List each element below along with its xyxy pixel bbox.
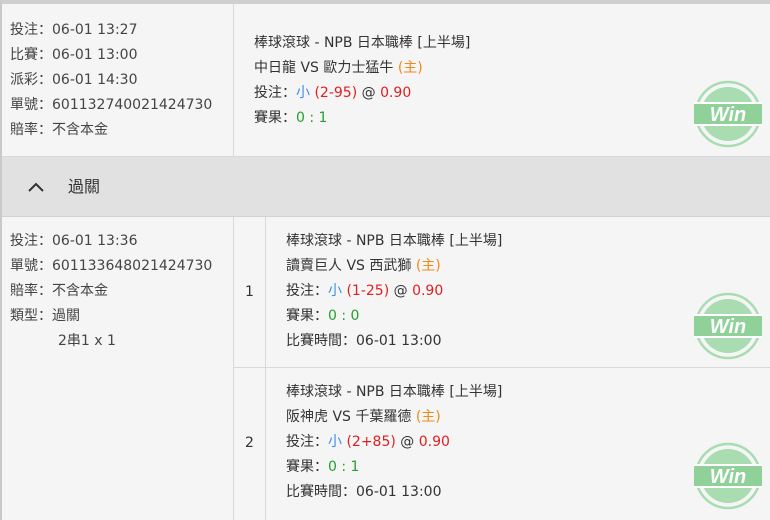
single-bet-detail: 棒球滾球 - NPB 日本職棒 [上半場] 中日龍 VS 歐力士猛牛 (主) 投… <box>234 4 770 156</box>
match-teams: 中日龍 VS 歐力士猛牛 (主) <box>254 60 423 76</box>
parlay-combo: 2串1 x 1 <box>58 333 116 349</box>
single-bet-card: 投注：06-01 13:27 比賽：06-01 13:00 派彩：06-01 1… <box>2 4 770 157</box>
match-teams: 阪神虎 VS 千葉羅德 (主) <box>286 409 441 425</box>
win-badge-icon: Win <box>694 442 762 510</box>
parlay-section-header[interactable]: 過關 <box>2 157 770 217</box>
odds-type-row: 賠率：不含本金 <box>10 283 108 299</box>
bet-time-row: 投注：06-01 13:27 <box>10 22 138 38</box>
match-time-row: 比賽：06-01 13:00 <box>10 47 138 63</box>
home-marker: (主) <box>415 258 441 274</box>
home-marker: (主) <box>415 409 441 425</box>
match-result: 賽果：0 : 1 <box>286 459 360 475</box>
match-result: 賽果：0 : 1 <box>254 110 328 126</box>
bet-selection: 投注：小 (1-25) @ 0.90 <box>286 283 444 299</box>
parlay-leg: 2 棒球滾球 - NPB 日本職棒 [上半場] 阪神虎 VS 千葉羅德 (主) … <box>234 368 770 520</box>
payout-time-row: 派彩：06-01 14:30 <box>10 72 138 88</box>
leg-number-cell: 1 <box>234 217 266 367</box>
match-time: 比賽時間：06-01 13:00 <box>286 333 442 349</box>
leg-number: 1 <box>245 284 254 300</box>
bet-time-row: 投注：06-01 13:36 <box>10 233 138 249</box>
leg-number-cell: 2 <box>234 368 266 520</box>
bet-type-row: 類型：過關 <box>10 308 80 324</box>
home-marker: (主) <box>397 60 423 76</box>
single-bet-meta: 投注：06-01 13:27 比賽：06-01 13:00 派彩：06-01 1… <box>2 4 234 156</box>
svg-text:Win: Win <box>710 104 746 126</box>
odds-type-row: 賠率：不含本金 <box>10 122 108 138</box>
ticket-number-row: 單號：601133648021424730 <box>10 258 213 274</box>
league-name: 棒球滾球 - NPB 日本職棒 [上半場] <box>286 233 503 249</box>
chevron-up-icon[interactable] <box>26 177 46 197</box>
bet-selection: 投注：小 (2-95) @ 0.90 <box>254 85 412 101</box>
league-name: 棒球滾球 - NPB 日本職棒 [上半場] <box>254 35 471 51</box>
svg-text:Win: Win <box>710 316 746 338</box>
bet-history-panel: 投注：06-01 13:27 比賽：06-01 13:00 派彩：06-01 1… <box>0 0 770 520</box>
bet-selection: 投注：小 (2+85) @ 0.90 <box>286 434 450 450</box>
svg-text:Win: Win <box>710 466 746 488</box>
match-teams: 讀賣巨人 VS 西武獅 (主) <box>286 258 441 274</box>
win-badge-icon: Win <box>694 292 762 360</box>
ticket-number-row: 單號：601132740021424730 <box>10 97 213 113</box>
league-name: 棒球滾球 - NPB 日本職棒 [上半場] <box>286 384 503 400</box>
section-title: 過關 <box>68 177 101 196</box>
leg-number: 2 <box>245 435 254 451</box>
match-result: 賽果：0 : 0 <box>286 308 360 324</box>
parlay-leg: 1 棒球滾球 - NPB 日本職棒 [上半場] 讀賣巨人 VS 西武獅 (主) … <box>234 217 770 368</box>
match-time: 比賽時間：06-01 13:00 <box>286 484 442 500</box>
win-badge-icon: Win <box>694 80 762 148</box>
parlay-bet-card: 投注：06-01 13:36 單號：601133648021424730 賠率：… <box>2 217 770 520</box>
parlay-bet-meta: 投注：06-01 13:36 單號：601133648021424730 賠率：… <box>2 217 234 520</box>
